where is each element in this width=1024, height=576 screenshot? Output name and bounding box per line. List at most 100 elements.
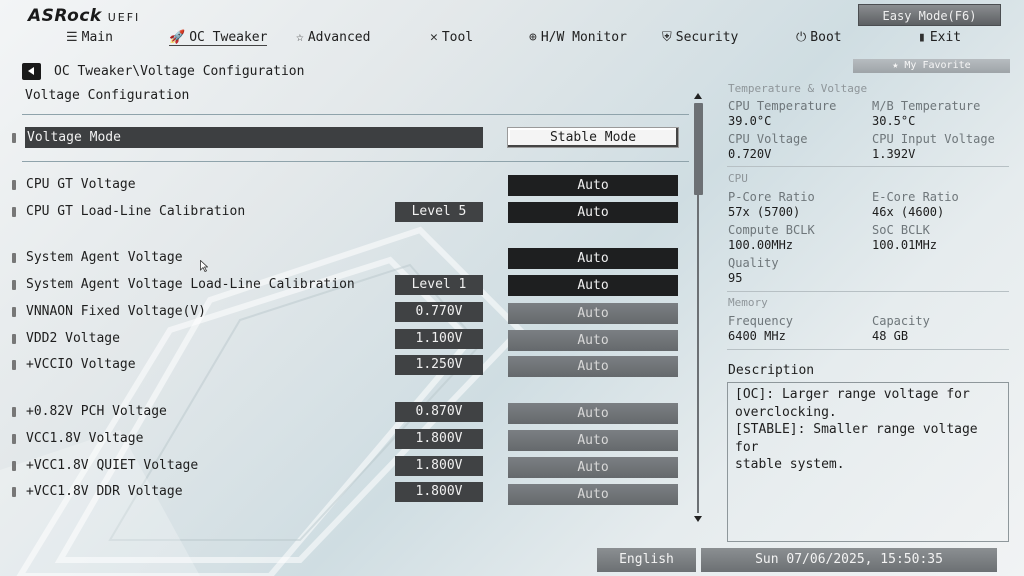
description-title: Description xyxy=(728,363,815,378)
tab-exit[interactable]: ▮ Exit xyxy=(918,30,961,45)
vcc18-voltage-option[interactable]: Auto xyxy=(508,430,678,451)
brand-suffix: UEFI xyxy=(107,11,141,24)
setting-label: +VCC1.8V QUIET Voltage xyxy=(26,458,199,473)
system-agent-llc-option[interactable]: Auto xyxy=(508,275,678,296)
memory-section-title: Memory xyxy=(728,296,768,309)
cpu-voltage-label: CPU Voltage xyxy=(728,132,808,146)
tab-boot[interactable]: ⏻ Boot xyxy=(796,30,842,45)
tab-hw-monitor-label: H/W Monitor xyxy=(540,30,627,45)
vdd2-voltage-value: 1.100V xyxy=(395,329,483,349)
row-marker xyxy=(12,180,16,190)
pcore-ratio-value: 57x (5700) xyxy=(728,205,801,219)
power-icon: ⏻ xyxy=(796,30,807,45)
tab-security[interactable]: ⛨ Security xyxy=(662,30,738,45)
back-button[interactable] xyxy=(22,63,41,80)
voltage-mode-select[interactable]: Stable Mode xyxy=(507,127,679,148)
setting-label: System Agent Voltage xyxy=(26,250,183,265)
tab-oc-tweaker[interactable]: 🚀 OC Tweaker xyxy=(169,30,268,46)
my-favorite-button[interactable]: ★ My Favorite xyxy=(853,59,1010,73)
setting-label: +VCC1.8V DDR Voltage xyxy=(26,484,183,499)
divider xyxy=(22,161,689,162)
setting-label: VCC1.8V Voltage xyxy=(26,431,144,446)
divider xyxy=(727,291,1009,292)
list-icon: ☰ xyxy=(66,30,78,45)
vccio-voltage-value: 1.250V xyxy=(395,355,483,375)
vcc18-ddr-voltage-option[interactable]: Auto xyxy=(508,484,678,505)
rocket-icon: 🚀 xyxy=(169,30,186,45)
memory-frequency-value: 6400 MHz xyxy=(728,329,786,343)
setting-label: CPU GT Voltage xyxy=(26,177,136,192)
setting-label: +VCCIO Voltage xyxy=(26,357,136,372)
pcore-ratio-label: P-Core Ratio xyxy=(728,190,815,204)
monitor-icon: ⊕ xyxy=(529,30,537,45)
system-agent-voltage-option[interactable]: Auto xyxy=(508,248,678,269)
pch-voltage-option[interactable]: Auto xyxy=(508,403,678,424)
vcc18-ddr-voltage-value: 1.800V xyxy=(395,482,483,502)
row-marker xyxy=(12,360,16,370)
asrock-logo: ASRock UEFI xyxy=(28,6,140,26)
row-marker xyxy=(12,307,16,317)
voltage-mode-row[interactable]: Voltage Mode xyxy=(25,127,483,148)
cpu-input-voltage-label: CPU Input Voltage xyxy=(872,132,995,146)
temp-voltage-section-title: Temperature & Voltage xyxy=(728,82,868,95)
scrollbar-thumb[interactable] xyxy=(694,103,703,195)
description-box: [OC]: Larger range voltage for overclock… xyxy=(727,382,1009,542)
scroll-down-arrow[interactable] xyxy=(692,515,704,524)
quality-value: 95 xyxy=(728,271,743,285)
soc-bclk-label: SoC BCLK xyxy=(872,223,930,237)
memory-capacity-label: Capacity xyxy=(872,314,930,328)
tab-main-label: Main xyxy=(81,30,113,45)
vnnaon-voltage-option[interactable]: Auto xyxy=(508,303,678,324)
cpu-gt-voltage-option[interactable]: Auto xyxy=(508,175,678,196)
tab-tool[interactable]: ✕ Tool xyxy=(430,30,473,45)
vcc18-quiet-voltage-option[interactable]: Auto xyxy=(508,457,678,478)
system-agent-llc-value: Level 1 xyxy=(395,275,483,295)
tab-exit-label: Exit xyxy=(929,30,962,45)
shield-icon: ⛨ xyxy=(662,30,672,45)
vdd2-voltage-option[interactable]: Auto xyxy=(508,330,678,351)
language-button[interactable]: English xyxy=(597,548,696,572)
brand-name: ASRock xyxy=(28,6,102,26)
tab-advanced-label: Advanced xyxy=(307,30,371,45)
scroll-up-arrow[interactable] xyxy=(692,92,704,101)
star-icon: ☆ xyxy=(296,30,304,45)
tab-oc-tweaker-label: OC Tweaker xyxy=(189,30,268,45)
breadcrumb: OC Tweaker\Voltage Configuration xyxy=(54,64,305,79)
cpu-section-title: CPU xyxy=(728,172,748,185)
scrollbar-track[interactable] xyxy=(697,195,699,513)
ecore-ratio-value: 46x (4600) xyxy=(872,205,945,219)
setting-label: VDD2 Voltage xyxy=(26,331,120,346)
easy-mode-button[interactable]: Easy Mode(F6) xyxy=(858,4,1001,26)
row-marker xyxy=(12,487,16,497)
description-line: [OC]: Larger range voltage for xyxy=(735,387,970,402)
row-marker xyxy=(12,253,16,263)
memory-frequency-label: Frequency xyxy=(728,314,794,328)
row-marker xyxy=(12,207,16,217)
cpu-temp-label: CPU Temperature xyxy=(728,99,837,113)
cpu-temp-value: 39.0°C xyxy=(728,114,772,128)
row-marker xyxy=(12,280,16,290)
mouse-cursor-icon xyxy=(200,260,208,272)
tab-boot-label: Boot xyxy=(810,30,842,45)
ecore-ratio-label: E-Core Ratio xyxy=(872,190,959,204)
compute-bclk-label: Compute BCLK xyxy=(728,223,815,237)
divider xyxy=(727,166,1009,167)
vccio-voltage-option[interactable]: Auto xyxy=(508,356,678,377)
mb-temp-label: M/B Temperature xyxy=(872,99,981,113)
vcc18-voltage-value: 1.800V xyxy=(395,429,483,449)
tab-advanced[interactable]: ☆ Advanced xyxy=(296,30,370,45)
row-marker xyxy=(12,407,16,417)
tab-main[interactable]: ☰ Main xyxy=(66,30,113,45)
cpu-gt-llc-value: Level 5 xyxy=(395,202,483,222)
divider xyxy=(22,114,689,115)
cpu-gt-llc-option[interactable]: Auto xyxy=(508,202,678,223)
setting-label: VNNAON Fixed Voltage(V) xyxy=(26,304,207,319)
memory-capacity-value: 48 GB xyxy=(872,329,909,343)
tab-hw-monitor[interactable]: ⊕ H/W Monitor xyxy=(529,30,627,45)
tab-security-label: Security xyxy=(675,30,739,45)
row-marker xyxy=(12,434,16,444)
pch-voltage-value: 0.870V xyxy=(395,402,483,422)
description-line: stable system. xyxy=(735,457,845,472)
tab-tool-label: Tool xyxy=(441,30,474,45)
row-marker xyxy=(12,334,16,344)
